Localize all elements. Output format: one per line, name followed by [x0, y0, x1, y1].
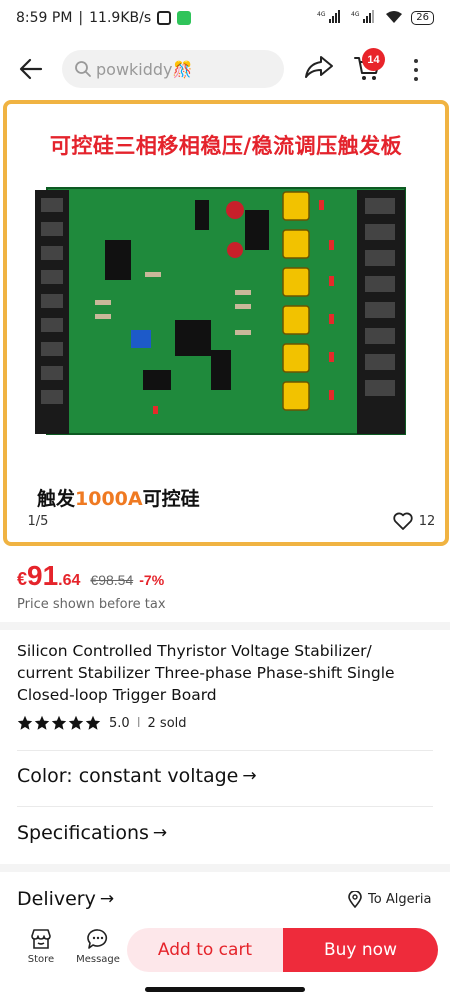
caption-suffix: 可控硅 [142, 488, 200, 510]
wishlist-count: 12 [418, 513, 436, 529]
section-divider [0, 864, 450, 872]
caption-prefix: 触发 [37, 488, 76, 510]
signal-icon-2: 4G [351, 9, 377, 27]
message-button[interactable]: Message [76, 928, 120, 965]
status-speed: 11.9KB/s [89, 10, 152, 26]
star-icon [68, 715, 84, 730]
discount-badge: -7% [139, 572, 165, 588]
price-row: €91.64 €98.54 -7% [17, 560, 164, 592]
store-button[interactable]: Store [19, 928, 63, 965]
current-price: €91.64 [17, 560, 80, 592]
wishlist-button[interactable]: 12 [385, 506, 443, 536]
share-icon [305, 56, 333, 78]
image-caption: 触发1000A可控硅 [37, 484, 200, 511]
specifications-label: Specifications [17, 822, 149, 844]
add-to-cart-button[interactable]: Add to cart [127, 928, 283, 972]
app-notification-icon [157, 11, 172, 25]
star-icon [85, 715, 101, 730]
home-indicator[interactable] [145, 987, 305, 992]
search-header: powkiddy🎊 [0, 44, 450, 92]
price-integer: 91 [27, 560, 59, 591]
specifications-row[interactable]: Specifications → [17, 822, 167, 844]
cart-count-badge: 14 [362, 48, 385, 71]
back-button[interactable] [16, 54, 46, 84]
star-icon [51, 715, 67, 730]
star-icon [17, 715, 33, 730]
arrow-right-icon: → [99, 889, 115, 909]
signal-icon: 4G [317, 9, 343, 27]
search-query: powkiddy🎊 [96, 59, 193, 79]
rating-stars [17, 715, 101, 731]
sold-count: 2 sold [147, 715, 187, 731]
pcb-board-image [35, 187, 406, 435]
image-banner-text: 可控硅三相移相稳压/稳流调压触发板 [49, 134, 403, 158]
status-separator: | [78, 10, 84, 26]
caption-highlight: 1000A [75, 488, 143, 510]
color-label: Color: constant voltage [17, 765, 239, 787]
delivery-label: Delivery [17, 888, 96, 910]
price-decimal: .64 [58, 572, 81, 589]
status-bar: 8:59 PM | 11.9KB/s 4G 4G 26 [0, 0, 450, 36]
color-selector[interactable]: Color: constant voltage → [17, 765, 257, 787]
product-image-gallery[interactable]: 可控硅三相移相稳压/稳流调压触发板 触发1000A可控硅 1/5 12 [3, 100, 449, 546]
message-icon [87, 929, 108, 949]
svg-text:4G: 4G [351, 11, 360, 18]
star-icon [34, 715, 50, 730]
message-label: Message [76, 954, 120, 965]
delivery-row[interactable]: Delivery → [17, 888, 114, 910]
section-divider [0, 622, 450, 630]
search-icon [74, 60, 92, 78]
product-title: Silicon Controlled Thyristor Voltage Sta… [17, 642, 395, 704]
rating-value: 5.0 [109, 715, 130, 731]
original-price: €98.54 [90, 572, 134, 588]
more-options-button[interactable] [404, 56, 428, 84]
wechat-notification-icon [177, 11, 192, 25]
destination-label: To Algeria [368, 892, 432, 907]
price-currency: € [17, 569, 28, 589]
share-button[interactable] [304, 54, 336, 84]
store-icon [31, 929, 51, 949]
tax-note: Price shown before tax [17, 597, 166, 612]
bottom-action-bar: Store Message Add to cart Buy now [0, 924, 450, 980]
buy-now-button[interactable]: Buy now [283, 928, 438, 972]
wifi-icon [385, 10, 403, 27]
arrow-right-icon: → [152, 823, 168, 843]
heart-icon [393, 512, 413, 530]
delivery-destination[interactable]: To Algeria [348, 891, 432, 908]
search-input[interactable]: powkiddy🎊 [62, 50, 284, 88]
divider-line [17, 750, 433, 751]
svg-text:4G: 4G [317, 11, 326, 18]
arrow-right-icon: → [242, 766, 257, 786]
image-counter: 1/5 [15, 508, 61, 534]
location-pin-icon [348, 891, 362, 908]
status-time: 8:59 PM [16, 10, 73, 26]
store-label: Store [27, 954, 55, 965]
rating-separator: I [136, 715, 141, 731]
rating-row[interactable]: 5.0 I 2 sold [17, 715, 187, 731]
back-arrow-icon [19, 58, 43, 80]
battery-indicator: 26 [411, 11, 434, 25]
divider-line [17, 806, 433, 807]
